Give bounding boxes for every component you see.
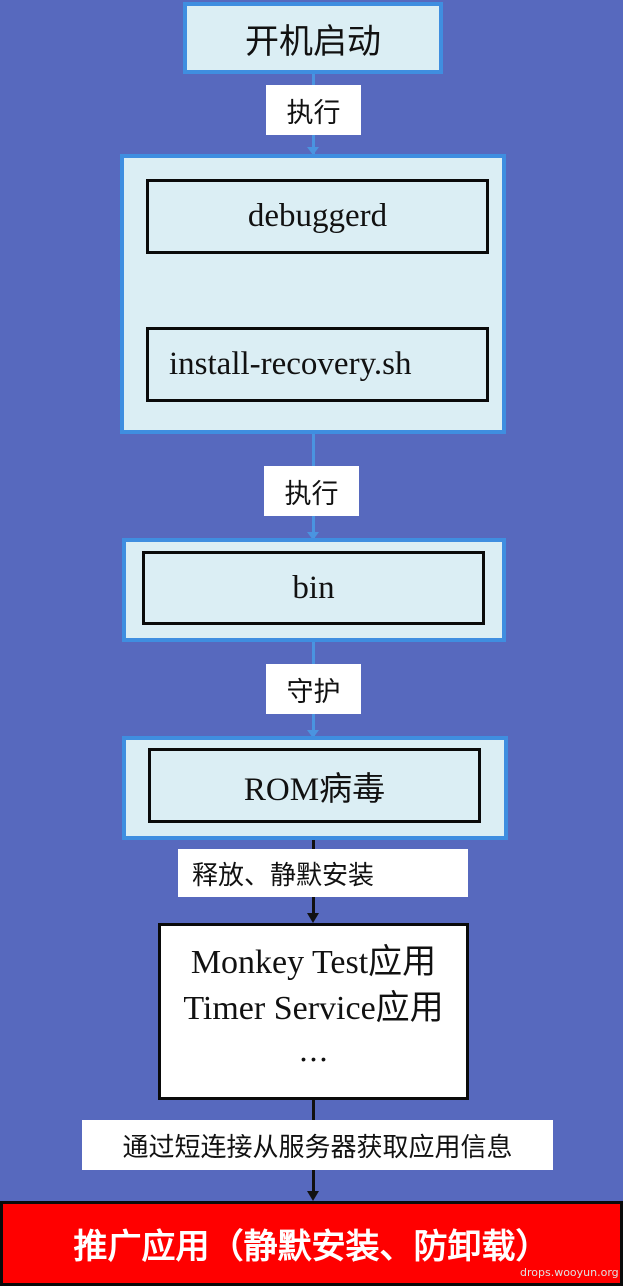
exec-label: 执行 (264, 466, 359, 516)
debuggerd-box: debuggerd (146, 179, 489, 254)
bin-box: bin (142, 551, 485, 625)
apps-box: Monkey Test应用 Timer Service应用 … (158, 923, 469, 1100)
fetch-info-label: 通过短连接从服务器获取应用信息 (82, 1120, 553, 1170)
watermark: drops.wooyun.org (520, 1266, 619, 1279)
release-install-label: 释放、静默安装 (178, 849, 468, 897)
guard-label: 守护 (266, 664, 361, 714)
app-ellipsis: … (298, 1034, 329, 1069)
boot-label: 开机启动 (245, 21, 381, 62)
arrow-head (307, 1191, 319, 1201)
app-timer-service: Timer Service应用 (183, 990, 444, 1027)
install-recovery-box: install-recovery.sh (146, 327, 489, 402)
exec-label: 执行 (266, 85, 361, 135)
boot-box: 开机启动 (183, 2, 443, 74)
arrow-head (307, 913, 319, 923)
app-monkey-test: Monkey Test应用 (190, 944, 437, 981)
rom-virus-box: ROM病毒 (148, 748, 481, 823)
